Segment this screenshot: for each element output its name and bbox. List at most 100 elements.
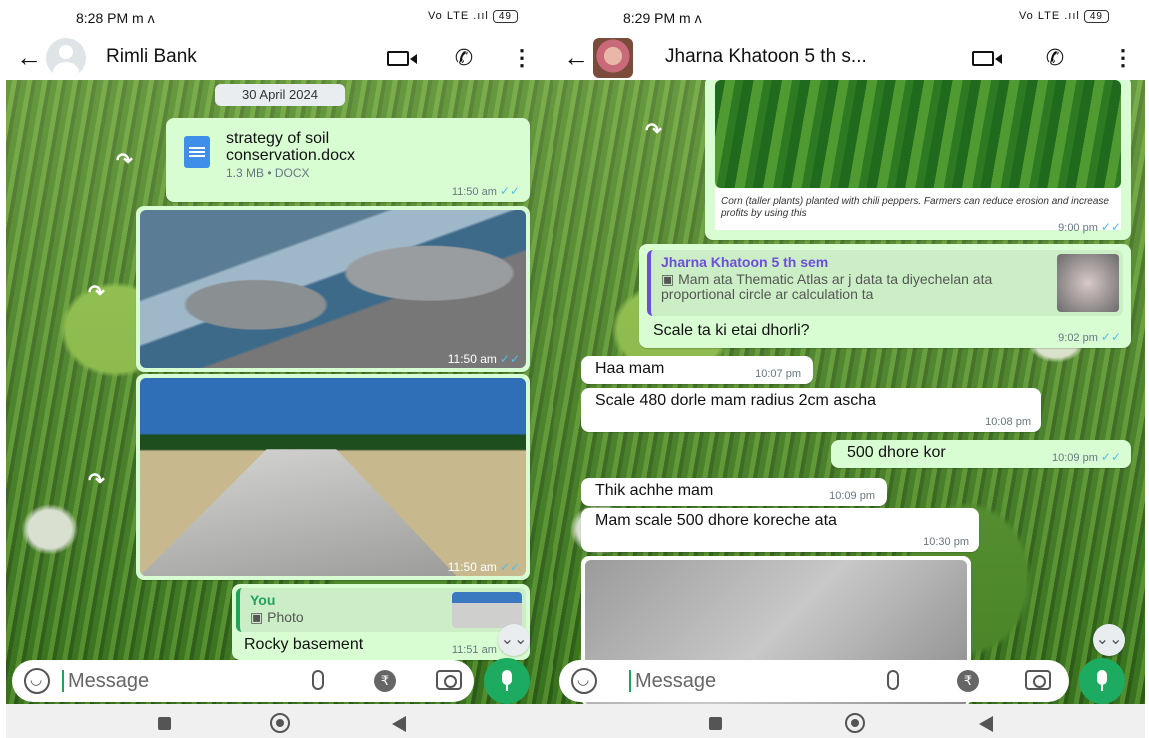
message-time: 10:07 pm <box>755 368 801 380</box>
video-call-icon[interactable] <box>384 44 417 72</box>
signal-icon: Vo LTE .ııl <box>427 10 489 22</box>
contact-name[interactable]: Jharna Khatoon 5 th s... <box>665 46 867 68</box>
system-nav-bar <box>6 704 554 738</box>
forward-icon[interactable]: ↷ <box>88 280 105 305</box>
quoted-message[interactable]: Jharna Khatoon 5 th sem ▣ Mam ata Themat… <box>647 250 1123 316</box>
incoming-message[interactable]: Haa mam 10:07 pm <box>581 356 813 384</box>
quoted-thumbnail <box>1057 254 1119 312</box>
back-arrow-icon[interactable]: ← <box>563 42 589 73</box>
document-message[interactable]: strategy of soil conservation.docx 1.3 M… <box>166 118 530 202</box>
chat-header: ← Rimli Bank ✆ ⋮ <box>6 36 554 80</box>
message-composer[interactable]: Message ₹ <box>12 660 474 702</box>
quoted-sender: You <box>250 592 276 608</box>
photo-message[interactable]: Corn (taller plants) planted with chili … <box>705 80 1131 240</box>
quoted-text: Photo <box>267 609 304 625</box>
outgoing-message[interactable]: 500 dhore kor 10:09 pm ✓✓ <box>831 440 1131 468</box>
message-text: Thik achhe mam <box>595 482 714 499</box>
more-options-icon[interactable]: ⋮ <box>508 44 536 72</box>
avatar[interactable] <box>593 38 633 78</box>
battery-icon: 49 <box>492 10 518 23</box>
phone-call-icon[interactable]: ✆ <box>1041 44 1069 72</box>
river-photo[interactable] <box>140 210 526 368</box>
message-text: 500 dhore kor <box>847 444 946 461</box>
message-time: 11:50 am <box>447 560 497 574</box>
forward-icon[interactable]: ↷ <box>116 148 133 173</box>
chat-area[interactable]: ↷ Corn (taller plants) planted with chil… <box>553 80 1145 704</box>
quoted-text: Mam ata Thematic Atlas ar j data ta diye… <box>661 271 993 302</box>
contact-name[interactable]: Rimli Bank <box>106 46 197 68</box>
payment-icon[interactable]: ₹ <box>957 670 979 692</box>
message-time: 11:50 am <box>447 352 497 366</box>
forward-icon[interactable]: ↷ <box>645 118 662 143</box>
date-separator: 30 April 2024 <box>215 84 345 106</box>
avatar[interactable] <box>46 38 86 78</box>
message-time: 9:00 pm <box>1058 222 1098 234</box>
message-time: 10:08 pm <box>985 416 1031 428</box>
message-time: 10:30 pm <box>923 536 969 548</box>
left-phone-screen: 8:28 PM m ʌ Vo LTE .ııl 49 ← Rimli Bank ✆… <box>6 0 554 738</box>
reply-message[interactable]: Jharna Khatoon 5 th sem ▣ Mam ata Themat… <box>639 244 1131 348</box>
more-options-icon[interactable]: ⋮ <box>1109 44 1137 72</box>
read-ticks-icon: ✓✓ <box>499 560 520 574</box>
attach-icon[interactable] <box>887 670 899 690</box>
quoted-thumbnail <box>452 592 522 628</box>
message-input[interactable]: Message <box>68 670 149 693</box>
message-text: Haa mam <box>595 360 665 377</box>
home-button[interactable] <box>845 713 865 733</box>
document-name-line2: conservation.docx <box>226 147 355 164</box>
message-time: 10:09 pm <box>829 490 875 502</box>
photo-message[interactable]: 11:50 am ✓✓ <box>136 374 530 580</box>
battery-icon: 49 <box>1083 10 1109 23</box>
message-time: 11:51 am <box>451 644 497 656</box>
message-composer[interactable]: Message ₹ <box>559 660 1069 702</box>
incoming-message[interactable]: Thik achhe mam 10:09 pm <box>581 478 887 506</box>
read-ticks-icon: ✓✓ <box>1100 220 1121 234</box>
back-button[interactable] <box>979 716 993 732</box>
forward-icon[interactable]: ↷ <box>88 468 105 493</box>
right-phone-screen: 8:29 PM m ʌ Vo LTE .ııl 49 ← Jharna Khato… <box>553 0 1145 738</box>
attach-icon[interactable] <box>312 670 324 690</box>
voice-message-button[interactable] <box>484 658 530 704</box>
emoji-icon[interactable] <box>24 668 50 694</box>
message-input[interactable]: Message <box>635 670 716 693</box>
document-icon <box>184 136 210 168</box>
emoji-icon[interactable] <box>571 668 597 694</box>
reply-message[interactable]: You ▣ Photo Rocky basement 11:51 am✓✓ <box>232 584 530 660</box>
recents-button[interactable] <box>709 717 722 730</box>
notification-icons: m ʌ <box>132 10 155 26</box>
payment-icon[interactable]: ₹ <box>374 670 396 692</box>
home-button[interactable] <box>270 713 290 733</box>
quoted-message[interactable]: You ▣ Photo <box>236 588 526 632</box>
status-time: 8:29 PM <box>623 10 676 26</box>
camera-icon[interactable] <box>436 670 462 690</box>
gravel-road-photo[interactable] <box>140 378 526 576</box>
read-ticks-icon: ✓✓ <box>499 352 520 366</box>
read-ticks-icon: ✓✓ <box>1100 450 1121 464</box>
system-nav-bar <box>553 704 1145 738</box>
back-arrow-icon[interactable]: ← <box>16 42 42 73</box>
camera-icon[interactable] <box>1025 670 1051 690</box>
message-text: Scale 480 dorle mam radius 2cm ascha <box>595 392 877 409</box>
scroll-down-button[interactable]: ⌄⌄ <box>1093 624 1125 656</box>
photo-message[interactable]: 11:50 am ✓✓ <box>136 206 530 372</box>
recents-button[interactable] <box>158 717 171 730</box>
voice-message-button[interactable] <box>1079 658 1125 704</box>
quoted-sender: Jharna Khatoon 5 th sem <box>661 254 829 270</box>
document-meta: 1.3 MB • DOCX <box>226 166 310 180</box>
scroll-down-button[interactable]: ⌄⌄ <box>498 624 530 656</box>
chat-area[interactable]: 30 April 2024 ↷ strategy of soil conserv… <box>6 80 554 704</box>
back-button[interactable] <box>392 716 406 732</box>
video-call-icon[interactable] <box>969 44 1002 72</box>
phone-call-icon[interactable]: ✆ <box>450 44 478 72</box>
document-name-line1: strategy of soil <box>226 130 330 147</box>
incoming-message[interactable]: Mam scale 500 dhore koreche ata 10:30 pm <box>581 508 979 552</box>
message-text: Scale ta ki etai dhorli? <box>653 322 810 339</box>
message-time: 10:09 pm <box>1052 452 1098 464</box>
signal-icon: Vo LTE .ııl <box>1018 10 1080 22</box>
crop-field-photo[interactable] <box>715 80 1121 188</box>
read-ticks-icon: ✓✓ <box>499 184 520 198</box>
message-text: Rocky basement <box>244 636 364 653</box>
status-time: 8:28 PM <box>76 10 129 26</box>
message-text: Mam scale 500 dhore koreche ata <box>595 512 837 529</box>
incoming-message[interactable]: Scale 480 dorle mam radius 2cm ascha 10:… <box>581 388 1041 432</box>
